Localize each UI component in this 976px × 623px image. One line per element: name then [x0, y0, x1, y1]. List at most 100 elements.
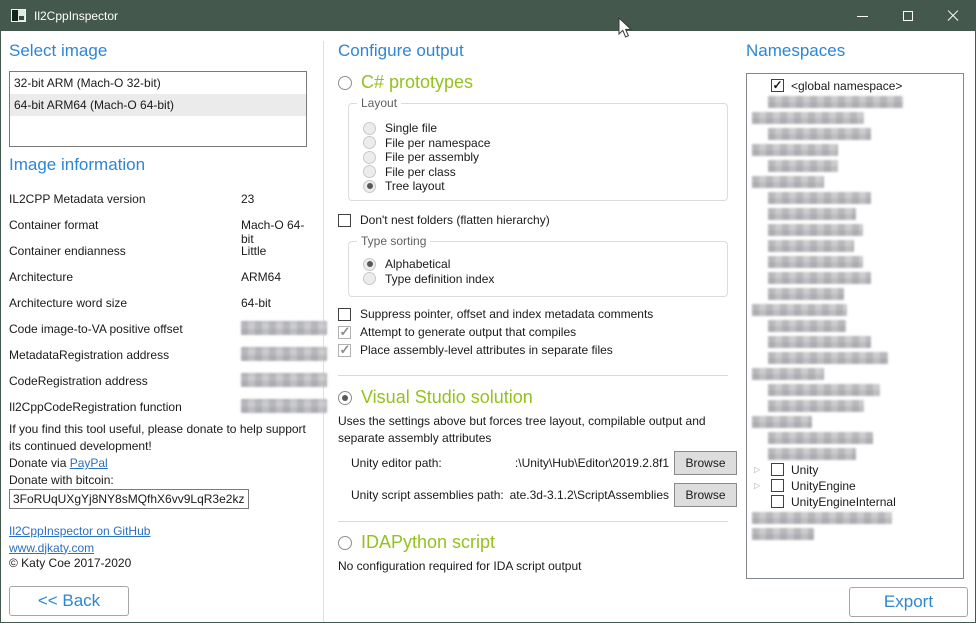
info-value: Little	[241, 244, 266, 258]
namespace-label: Unity	[791, 463, 818, 477]
image-list[interactable]: 32-bit ARM (Mach-O 32-bit)64-bit ARM64 (…	[9, 71, 307, 147]
layout-option: File per namespace	[363, 136, 723, 151]
redacted-namespace	[768, 128, 871, 140]
type-sorting-groupbox-label: Type sorting	[357, 234, 430, 248]
donate-via-label: Donate via	[9, 456, 70, 470]
unity-path-value[interactable]: :\Unity\Hub\Editor\2019.2.8f1	[471, 456, 669, 470]
browse-button[interactable]: Browse	[674, 451, 737, 475]
redacted-value	[241, 321, 327, 335]
csharp-prototypes-label: C# prototypes	[361, 72, 473, 93]
namespaces-tree[interactable]: <global namespace> ▷ Unity ▷ UnityEngine Unit…	[746, 73, 964, 579]
unity-path-value[interactable]: ate.3d-3.1.2\ScriptAssemblies	[471, 488, 669, 502]
window-title: Il2CppInspector	[34, 1, 118, 31]
redacted-value	[241, 399, 327, 413]
layout-label: File per assembly	[385, 150, 479, 164]
namespace-row[interactable]: ▷ Unity	[747, 462, 963, 478]
namespace-row-redacted	[747, 94, 963, 110]
dont-nest-label: Don't nest folders (flatten hierarchy)	[360, 213, 550, 227]
layout-label: Single file	[385, 121, 437, 135]
dont-nest-checkbox[interactable]	[338, 214, 351, 227]
expander-icon[interactable]: ▷	[754, 465, 763, 474]
namespace-label: UnityEngine	[791, 479, 856, 493]
export-button[interactable]: Export	[849, 587, 968, 617]
redacted-namespace	[768, 336, 871, 348]
namespace-row-redacted	[747, 414, 963, 430]
back-button[interactable]: << Back	[9, 586, 129, 616]
namespace-row[interactable]: <global namespace>	[747, 78, 963, 94]
namespace-row-redacted	[747, 222, 963, 238]
namespace-checkbox[interactable]	[771, 79, 784, 92]
minimize-button[interactable]	[840, 1, 885, 31]
maximize-button[interactable]	[885, 1, 930, 31]
layout-radio	[363, 136, 376, 149]
image-info-table: IL2CPP Metadata version23Container forma…	[9, 187, 311, 421]
website-link[interactable]: www.djkaty.com	[9, 541, 94, 555]
bitcoin-address-field[interactable]	[9, 489, 249, 509]
namespace-row-redacted	[747, 350, 963, 366]
option-csharp-prototypes[interactable]: C# prototypes	[338, 72, 473, 93]
option-idapython[interactable]: IDAPython script	[338, 532, 495, 553]
output-checkbox-row[interactable]: Suppress pointer, offset and index metad…	[338, 307, 653, 321]
info-label: Architecture word size	[9, 296, 127, 310]
info-row: Code image-to-VA positive offset	[9, 317, 311, 343]
type-sorting-label: Alphabetical	[385, 257, 450, 271]
redacted-namespace	[768, 288, 844, 300]
visual-studio-radio[interactable]	[338, 391, 352, 405]
info-label: IL2CPP Metadata version	[9, 192, 146, 206]
output-checkbox-row: Attempt to generate output that compiles	[338, 325, 576, 339]
expander-icon[interactable]: ▷	[754, 481, 763, 490]
redacted-namespace	[768, 256, 863, 268]
unity-path-row: Unity editor path::\Unity\Hub\Editor\201…	[351, 451, 730, 475]
output-checkbox-row: Place assembly-level attributes in separ…	[338, 343, 613, 357]
titlebar: Il2CppInspector	[1, 1, 975, 31]
redacted-namespace	[768, 224, 863, 236]
namespace-checkbox[interactable]	[771, 479, 784, 492]
redacted-namespace	[752, 528, 814, 540]
browse-button[interactable]: Browse	[674, 483, 737, 507]
unity-path-row: Unity script assemblies path:ate.3d-3.1.…	[351, 483, 730, 507]
type-sorting-radio	[363, 272, 376, 285]
close-button[interactable]	[930, 1, 975, 31]
info-row: MetadataRegistration address	[9, 343, 311, 369]
namespace-checkbox[interactable]	[771, 463, 784, 476]
copyright-text: © Katy Coe 2017-2020	[9, 556, 131, 570]
app-window: Il2CppInspector Select image 32-bit ARM …	[0, 0, 976, 623]
output-checkbox[interactable]	[338, 308, 351, 321]
type-sorting-option: Type definition index	[363, 272, 723, 287]
idapython-radio[interactable]	[338, 536, 352, 550]
layout-option: Single file	[363, 121, 723, 136]
paypal-link[interactable]: PayPal	[70, 456, 108, 470]
namespace-row[interactable]: ▷ UnityEngine	[747, 478, 963, 494]
info-label: Architecture	[9, 270, 73, 284]
image-list-item[interactable]: 64-bit ARM64 (Mach-O 64-bit)	[10, 94, 306, 116]
layout-radio	[363, 165, 376, 178]
info-label: CodeRegistration address	[9, 374, 148, 388]
redacted-namespace	[752, 368, 824, 380]
info-value: ARM64	[241, 270, 281, 284]
redacted-namespace	[752, 144, 838, 156]
layout-label: File per namespace	[385, 136, 490, 150]
namespace-row-redacted	[747, 238, 963, 254]
redacted-namespace	[752, 112, 864, 124]
namespace-row-redacted	[747, 174, 963, 190]
github-link[interactable]: Il2CppInspector on GitHub	[9, 524, 150, 538]
app-icon	[11, 9, 26, 22]
namespace-label: <global namespace>	[791, 79, 902, 93]
output-checkbox	[338, 344, 351, 357]
layout-option: File per class	[363, 165, 723, 180]
csharp-prototypes-radio[interactable]	[338, 76, 352, 90]
output-checkbox-label: Attempt to generate output that compiles	[360, 325, 576, 339]
image-list-item[interactable]: 32-bit ARM (Mach-O 32-bit)	[10, 72, 306, 94]
namespace-label: UnityEngineInternal	[791, 495, 896, 509]
type-sorting-option: Alphabetical	[363, 257, 723, 272]
donate-bitcoin-label: Donate with bitcoin:	[9, 473, 114, 487]
dont-nest-checkbox-row[interactable]: Don't nest folders (flatten hierarchy)	[338, 213, 550, 227]
option-visual-studio[interactable]: Visual Studio solution	[338, 387, 533, 408]
namespaces-panel: Namespaces <global namespace>▷Unity▷Unit…	[746, 31, 970, 622]
namespace-checkbox[interactable]	[771, 495, 784, 508]
namespace-row[interactable]: UnityEngineInternal	[747, 494, 963, 510]
type-sorting-label: Type definition index	[385, 272, 494, 286]
redacted-value	[241, 373, 327, 387]
info-label: MetadataRegistration address	[9, 348, 169, 362]
info-row: Architecture word size64-bit	[9, 291, 311, 317]
